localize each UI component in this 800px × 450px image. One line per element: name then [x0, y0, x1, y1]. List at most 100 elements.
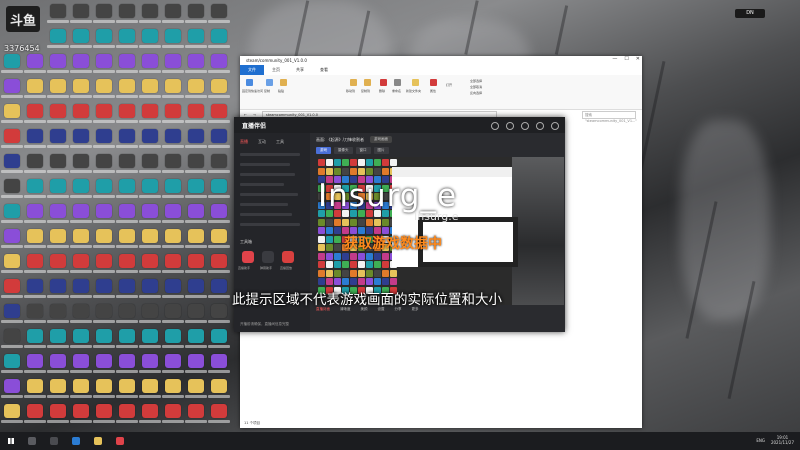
desktop-app-icon[interactable]	[165, 354, 181, 368]
ribbon-paste[interactable]: 粘贴	[278, 89, 284, 93]
desktop-app-icon[interactable]	[119, 179, 135, 193]
desktop-app-icon[interactable]	[27, 79, 43, 93]
desktop-app-icon[interactable]	[188, 54, 204, 68]
desktop-app-icon[interactable]	[96, 154, 112, 168]
desktop-app-icon[interactable]	[119, 379, 135, 393]
desktop-app-icon[interactable]	[211, 154, 227, 168]
ribbon-copy[interactable]: 复制	[264, 89, 270, 93]
message-icon[interactable]	[506, 122, 514, 130]
start-button[interactable]	[8, 438, 14, 444]
desktop-app-icon[interactable]	[211, 179, 227, 193]
desktop-app-icon[interactable]	[4, 379, 20, 393]
copyto-icon[interactable]	[364, 79, 371, 86]
desktop-app-icon[interactable]	[27, 379, 43, 393]
desktop-app-icon[interactable]	[165, 229, 181, 243]
desktop-app-icon[interactable]	[4, 79, 20, 93]
desktop-app-icon[interactable]	[211, 304, 227, 318]
delete-icon[interactable]	[380, 79, 387, 86]
desktop-app-icon[interactable]	[142, 29, 158, 43]
desktop-app-icon[interactable]	[119, 229, 135, 243]
danmaku-icon[interactable]	[262, 251, 274, 263]
desktop-app-icon[interactable]	[73, 29, 89, 43]
desktop-app-icon[interactable]	[96, 179, 112, 193]
desktop-app-icon[interactable]	[165, 129, 181, 143]
desktop-app-icon[interactable]	[142, 204, 158, 218]
properties-icon[interactable]	[430, 79, 437, 86]
desktop-app-icon[interactable]	[119, 79, 135, 93]
desktop-app-icon[interactable]	[96, 279, 112, 293]
desktop-app-icon[interactable]	[119, 129, 135, 143]
tab-tools[interactable]: 工具	[276, 139, 284, 145]
ribbon-new-folder[interactable]: 新建文件夹	[406, 89, 421, 93]
desktop-app-icon[interactable]	[211, 129, 227, 143]
desktop-app-icon[interactable]	[96, 104, 112, 118]
desktop-app-icon[interactable]	[27, 129, 43, 143]
desktop-app-icon[interactable]	[4, 254, 20, 268]
desktop-app-icon[interactable]	[96, 129, 112, 143]
desktop-app-icon[interactable]	[188, 79, 204, 93]
desktop-app-icon[interactable]	[96, 4, 112, 18]
desktop-app-icon[interactable]	[119, 329, 135, 343]
tab-share[interactable]: 共享	[288, 65, 312, 75]
desktop-app-icon[interactable]	[73, 254, 89, 268]
desktop-app-icon[interactable]	[4, 104, 20, 118]
desktop-app-icon[interactable]	[188, 404, 204, 418]
desktop-app-icon[interactable]	[50, 229, 66, 243]
desktop-app-icon[interactable]	[119, 54, 135, 68]
desktop-app-icon[interactable]	[188, 254, 204, 268]
search-input[interactable]: 搜索 "steamcommunity_001_V1..."	[582, 111, 637, 123]
desktop-app-icon[interactable]	[27, 304, 43, 318]
desktop-app-icon[interactable]	[4, 279, 20, 293]
desktop-app-icon[interactable]	[96, 254, 112, 268]
desktop-app-icon[interactable]	[119, 254, 135, 268]
edge-icon[interactable]	[72, 437, 80, 445]
ribbon-rename[interactable]: 重命名	[392, 89, 401, 93]
desktop-app-icon[interactable]	[50, 404, 66, 418]
desktop-app-icon[interactable]	[119, 29, 135, 43]
desktop-app-icon[interactable]	[96, 229, 112, 243]
desktop-app-icon[interactable]	[96, 79, 112, 93]
desktop-app-icon[interactable]	[50, 154, 66, 168]
desktop-app-icon[interactable]	[119, 404, 135, 418]
desktop-app-icon[interactable]	[96, 404, 112, 418]
desktop-app-icon[interactable]	[96, 354, 112, 368]
desktop-app-icon[interactable]	[27, 229, 43, 243]
desktop-app-icon[interactable]	[50, 254, 66, 268]
desktop-app-icon[interactable]	[119, 354, 135, 368]
scene-item[interactable]	[240, 153, 300, 156]
desktop-app-icon[interactable]	[142, 104, 158, 118]
copy-icon[interactable]	[266, 79, 273, 86]
pin-icon[interactable]	[246, 79, 253, 86]
desktop-app-icon[interactable]	[96, 29, 112, 43]
ribbon-properties[interactable]: 属性	[430, 89, 436, 93]
tab-home[interactable]: 主页	[264, 65, 288, 75]
desktop-app-icon[interactable]	[211, 329, 227, 343]
move-icon[interactable]	[350, 79, 357, 86]
desktop-app-icon[interactable]	[188, 204, 204, 218]
ribbon-invert[interactable]: 反向选择	[470, 91, 482, 95]
desktop-app-icon[interactable]	[188, 29, 204, 43]
minimize-icon[interactable]: —	[612, 56, 617, 62]
desktop-app-icon[interactable]	[27, 279, 43, 293]
desktop-app-icon[interactable]	[165, 379, 181, 393]
desktop-app-icon[interactable]	[73, 4, 89, 18]
desktop-app-icon[interactable]	[27, 404, 43, 418]
desktop-app-icon[interactable]	[142, 129, 158, 143]
avatar[interactable]	[491, 122, 499, 130]
scene-item[interactable]	[240, 173, 295, 176]
ribbon-select-none[interactable]: 全部取消	[470, 85, 482, 89]
folder-icon[interactable]	[94, 437, 102, 445]
desktop-app-icon[interactable]	[27, 254, 43, 268]
desktop-app-icon[interactable]	[96, 204, 112, 218]
desktop-app-icon[interactable]	[4, 204, 20, 218]
desktop-app-icon[interactable]	[119, 154, 135, 168]
clock[interactable]: 19:01 2021/11/27	[771, 435, 794, 445]
desktop-app-icon[interactable]	[119, 4, 135, 18]
desktop-app-icon[interactable]	[188, 104, 204, 118]
desktop-app-icon[interactable]	[165, 279, 181, 293]
desktop-app-icon[interactable]	[211, 29, 227, 43]
desktop-app-icon[interactable]	[50, 279, 66, 293]
desktop-app-icon[interactable]	[50, 54, 66, 68]
replay-icon[interactable]	[282, 251, 294, 263]
desktop-app-icon[interactable]	[73, 104, 89, 118]
